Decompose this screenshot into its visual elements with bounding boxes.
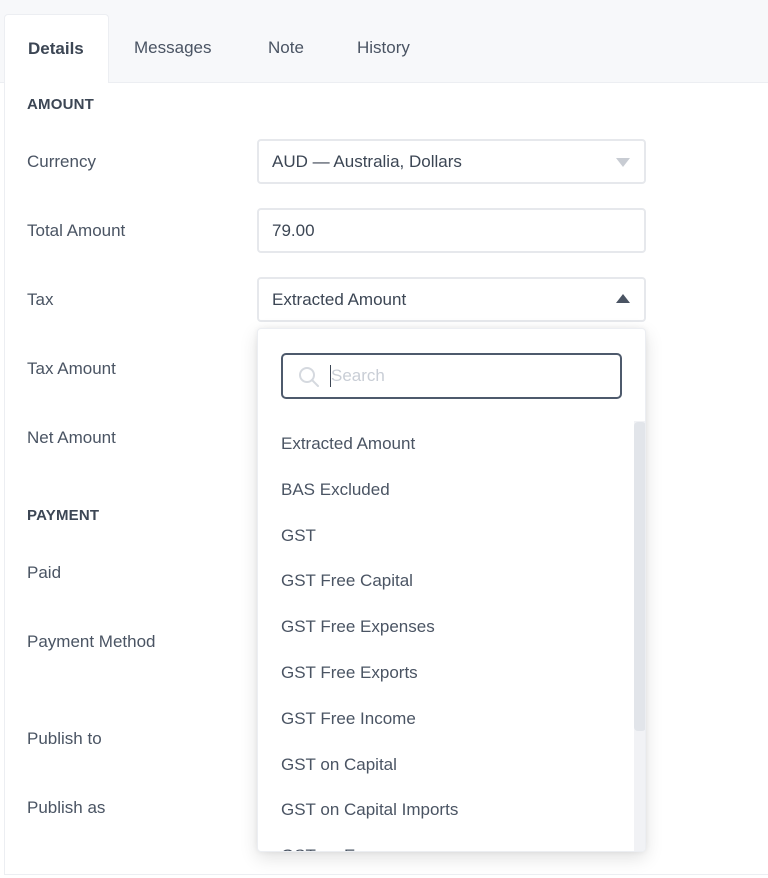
tax-option[interactable]: GST Free Capital (258, 558, 633, 604)
tax-option[interactable]: GST Free Expenses (258, 604, 633, 650)
publish-to-label: Publish to (27, 729, 102, 748)
search-placeholder: Search (331, 366, 385, 385)
tax-label: Tax (27, 290, 54, 309)
tax-option[interactable]: GST Free Exports (258, 650, 633, 696)
tax-option[interactable]: GST (258, 513, 633, 559)
tax-option[interactable]: GST on Capital Imports (258, 787, 633, 833)
tax-option[interactable]: GST Free Income (258, 696, 633, 742)
tax-select[interactable]: Extracted Amount (257, 277, 646, 322)
tax-search-input[interactable]: Search (281, 353, 622, 399)
tax-options-list: Extracted Amount BAS Excluded GST GST Fr… (258, 421, 633, 851)
total-amount-input[interactable]: 79.00 (257, 208, 646, 253)
tab-bar: Details Messages Note History (0, 0, 768, 84)
search-icon (299, 367, 319, 387)
net-amount-label: Net Amount (27, 428, 116, 447)
chevron-down-icon (616, 158, 630, 167)
currency-label: Currency (27, 152, 96, 171)
currency-value: AUD — Australia, Dollars (272, 152, 462, 171)
tax-option[interactable]: GST on Capital (258, 742, 633, 788)
tax-value: Extracted Amount (272, 290, 407, 309)
chevron-up-icon (616, 294, 630, 303)
currency-select[interactable]: AUD — Australia, Dollars (257, 139, 646, 184)
tax-option[interactable]: BAS Excluded (258, 467, 633, 513)
scrollbar-thumb[interactable] (634, 422, 645, 731)
tab-history[interactable]: History (357, 14, 410, 84)
tax-option[interactable]: GST on Expenses (258, 833, 633, 851)
payment-section-title: PAYMENT (27, 507, 100, 524)
tax-dropdown-menu: Search Extracted Amount BAS Excluded GST… (257, 328, 646, 852)
tab-details[interactable]: Details (4, 14, 109, 84)
payment-method-label: Payment Method (27, 632, 156, 651)
publish-as-label: Publish as (27, 798, 106, 817)
paid-label: Paid (27, 563, 62, 582)
amount-section-title: AMOUNT (27, 96, 95, 113)
tax-option[interactable]: Extracted Amount (258, 421, 633, 467)
tab-note[interactable]: Note (268, 14, 304, 84)
total-amount-value: 79.00 (272, 221, 315, 240)
text-cursor (330, 365, 331, 387)
total-amount-label: Total Amount (27, 221, 126, 240)
tax-amount-label: Tax Amount (27, 359, 116, 378)
tab-messages[interactable]: Messages (134, 14, 211, 84)
